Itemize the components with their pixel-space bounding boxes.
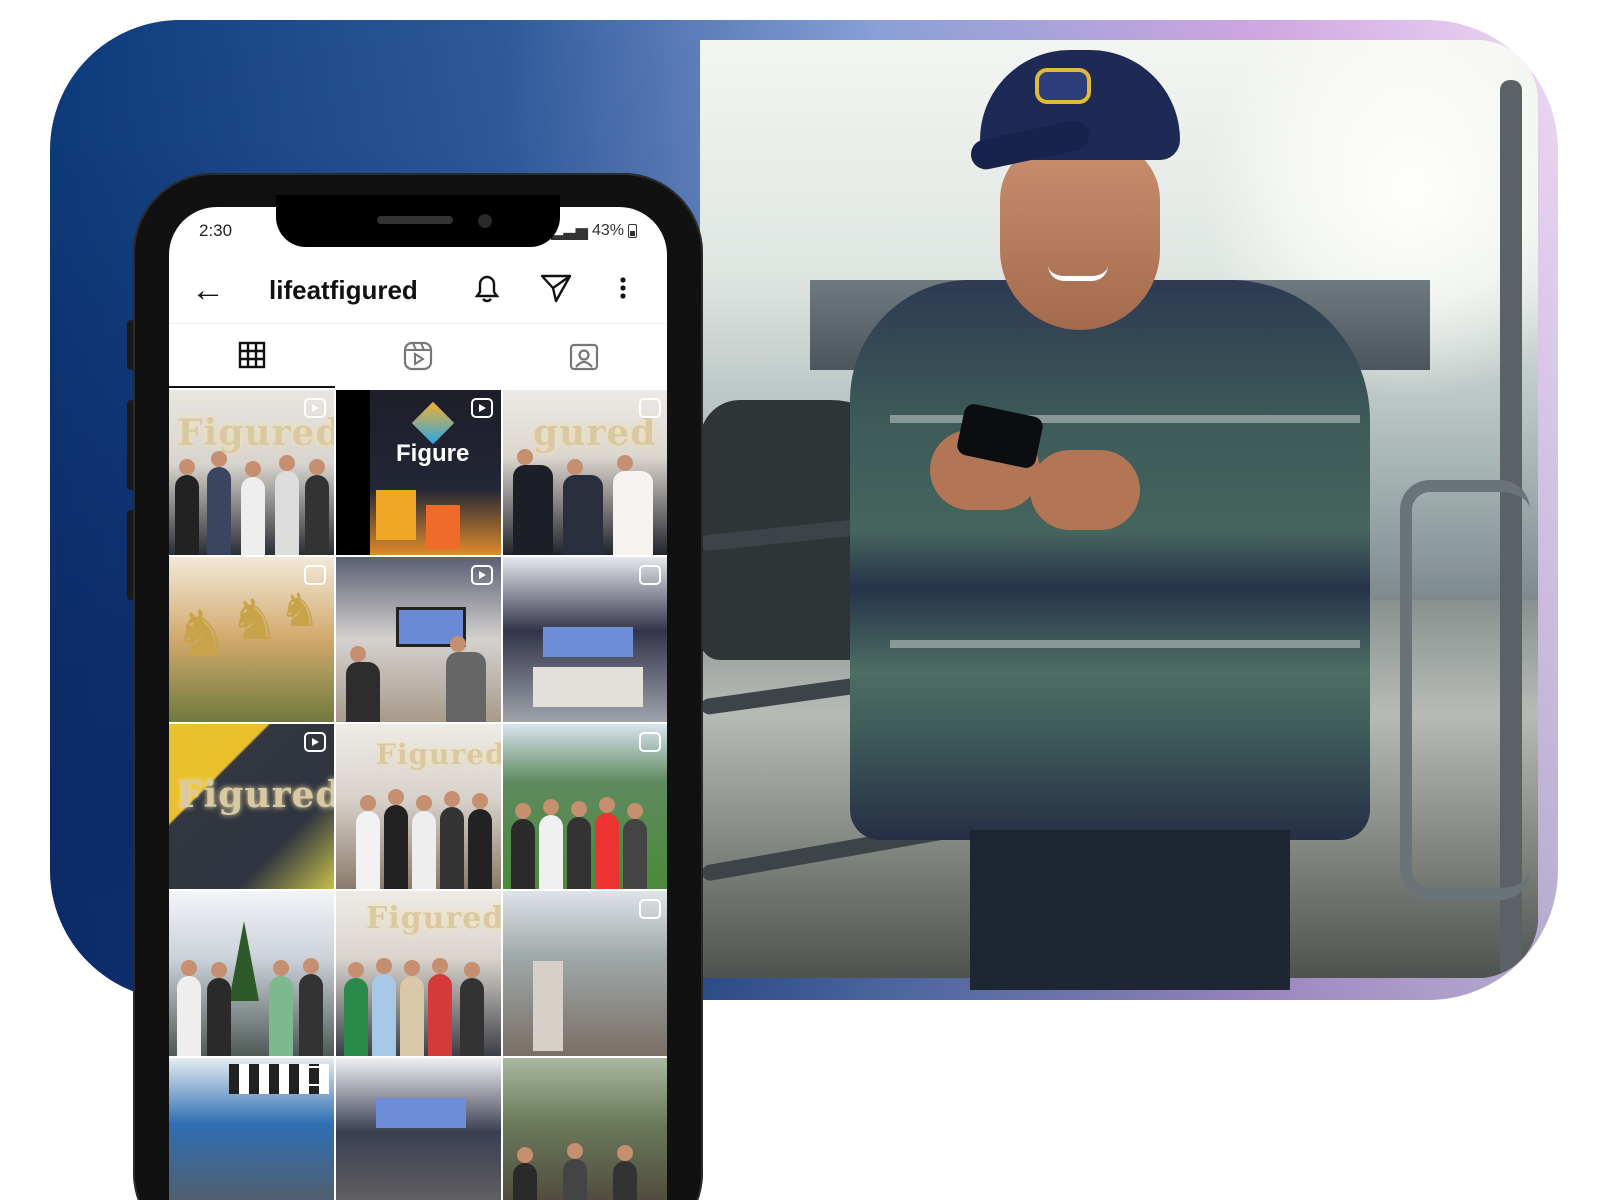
multi-post-icon [304,1066,326,1086]
deer-trophy-icon: ♞ [229,588,280,651]
figured-logo-text: Figure [396,440,470,467]
grid-icon [238,341,266,369]
post-tile[interactable] [169,1058,334,1200]
post-tile[interactable] [169,891,334,1056]
team-people [336,789,501,889]
steel-gate [1400,480,1530,900]
profile-tabs [169,323,667,388]
battery-percent: 43% [591,222,624,239]
figured-sign: Figured [376,738,501,771]
conference-table [533,667,643,707]
status-indicators: ▂▃▅ 43% [551,221,637,241]
post-tile[interactable]: Figured [169,390,334,555]
tagged-icon [569,343,599,371]
phone-screen: 2:30 ▂▃▅ 43% ← lifeatfigured Figured Fig… [169,207,667,1200]
tab-posts[interactable] [169,324,335,388]
battery-icon [628,224,637,238]
post-tile[interactable] [503,724,667,889]
post-tile[interactable] [336,557,501,722]
figured-sign: Figured [366,901,501,936]
post-tile[interactable]: Figured [336,724,501,889]
post-tile[interactable]: Figured [169,724,334,889]
deer-trophy-icon: ♞ [279,584,321,636]
team-people [503,449,667,555]
team-people [336,957,501,1056]
profile-username: lifeatfigured [269,275,418,305]
post-grid: Figured Figure gured ♞ ♞ ♞ Figured Figur… [169,390,667,1200]
reel-icon [471,565,493,585]
cap-logo-icon [1035,68,1091,104]
multi-post-icon [639,899,661,919]
team-people [169,451,334,555]
post-tile[interactable]: Figured [336,891,501,1056]
team-people [169,957,334,1056]
post-tile[interactable] [503,891,667,1056]
team-people [503,790,667,889]
post-tile[interactable]: Figure [336,390,501,555]
farmer-face [1000,140,1160,330]
paper-plane-icon[interactable] [539,271,573,312]
figured-logo-icon [411,401,455,445]
deer-trophy-icon: ♞ [173,598,231,670]
right-hand [1030,450,1140,530]
multi-post-icon [639,565,661,585]
jacket-stripe [890,640,1360,648]
post-tile[interactable] [503,1058,667,1200]
bell-icon[interactable] [471,271,503,312]
team-people [503,1124,667,1200]
post-tile[interactable] [503,557,667,722]
figured-sign: Figured [177,412,334,454]
figured-sign: gured [533,412,657,454]
jacket-stripe [890,415,1360,423]
farmer-pants [970,830,1290,990]
reels-icon [403,341,433,371]
multi-post-icon [639,398,661,418]
lunch-table [533,961,563,1051]
phone-speaker [377,216,453,224]
tab-reels[interactable] [335,324,501,388]
meeting-screen [376,1098,466,1128]
multi-post-icon [304,565,326,585]
post-tile[interactable]: ♞ ♞ ♞ [169,557,334,722]
reel-icon [304,732,326,752]
farmer [780,50,1400,990]
arrow-left-icon[interactable]: ← [191,271,225,310]
farmer-smile [1048,265,1108,281]
post-tile[interactable] [336,1058,501,1200]
status-time: 2:30 [199,221,233,240]
post-tile[interactable]: gured [503,390,667,555]
tab-tagged[interactable] [501,324,667,388]
team-people [336,623,501,722]
figured-sign: Figured [177,774,334,816]
phone-camera [478,214,492,228]
profile-header: ← lifeatfigured [169,261,667,321]
reel-icon [304,398,326,418]
conference-screen [543,627,633,657]
more-vertical-icon[interactable] [617,271,629,312]
reel-icon [471,398,493,418]
multi-post-icon [639,732,661,752]
farmer-jacket [850,280,1370,840]
